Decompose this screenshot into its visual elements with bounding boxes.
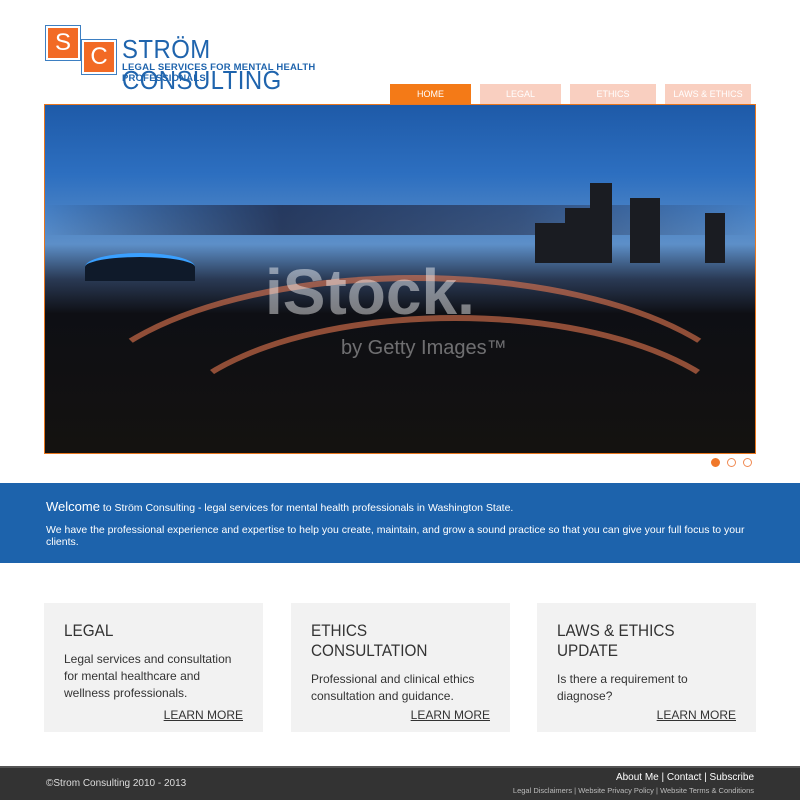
card-title: LAWS & ETHICS UPDATE <box>557 621 675 660</box>
stadium <box>85 253 195 281</box>
card-body: Legal services and consultation for ment… <box>64 652 232 700</box>
card-body: Is there a requirement to diagnose? <box>557 672 688 703</box>
nav-legal[interactable]: LEGAL <box>480 84 561 104</box>
building <box>705 213 725 263</box>
slide-dot-2[interactable] <box>727 458 736 467</box>
building <box>565 208 590 263</box>
logo-c: C <box>81 39 117 75</box>
terms-link[interactable]: Website Terms & Conditions <box>660 786 754 795</box>
watermark: iStock. <box>265 256 475 328</box>
hero-slider[interactable]: iStock. by Getty Images™ <box>44 104 756 454</box>
building <box>590 183 612 263</box>
card-legal: LEGAL Legal services and consultation fo… <box>44 603 263 732</box>
footer-links-primary: About Me | Contact | Subscribe <box>616 772 754 783</box>
main-nav: HOME LEGAL ETHICS CONSULTATION LAWS & ET… <box>390 84 751 119</box>
card-title: LEGAL <box>64 621 114 640</box>
card-body: Professional and clinical ethics consult… <box>311 672 475 703</box>
slider-dots <box>711 458 752 467</box>
learn-more-link[interactable]: LEARN MORE <box>164 708 243 722</box>
logo-s: S <box>45 25 81 61</box>
slide-dot-1[interactable] <box>711 458 720 467</box>
separator: | <box>658 772 667 783</box>
welcome-lead: Welcome <box>46 499 100 514</box>
legal-disclaimers-link[interactable]: Legal Disclaimers <box>513 786 572 795</box>
subscribe-link[interactable]: Subscribe <box>710 772 754 783</box>
nav-home[interactable]: HOME <box>390 84 471 104</box>
learn-more-link[interactable]: LEARN MORE <box>411 708 490 722</box>
building <box>535 223 565 263</box>
welcome-line2: We have the professional experience and … <box>46 524 745 548</box>
footer-links-legal: Legal Disclaimers | Website Privacy Poli… <box>513 786 754 795</box>
brand-tagline: LEGAL SERVICES FOR MENTAL HEALTH PROFESS… <box>122 62 316 84</box>
card-laws-ethics-update: LAWS & ETHICS UPDATE Is there a requirem… <box>537 603 756 732</box>
copyright: ©Strom Consulting 2010 - 2013 <box>46 778 187 789</box>
watermark-sub: by Getty Images™ <box>341 337 507 359</box>
privacy-policy-link[interactable]: Website Privacy Policy <box>578 786 654 795</box>
card-ethics-consultation: ETHICS CONSULTATION Professional and cli… <box>291 603 510 732</box>
nav-laws-ethics-update[interactable]: LAWS & ETHICS UPDATE <box>665 84 751 119</box>
contact-link[interactable]: Contact <box>667 772 701 783</box>
separator: | <box>701 772 710 783</box>
logo[interactable]: S C STRÖM CONSULTING LEGAL SERVICES FOR … <box>44 24 384 95</box>
nav-ethics-consultation[interactable]: ETHICS CONSULTATION <box>570 84 656 119</box>
welcome-line1: to Ström Consulting - legal services for… <box>99 502 514 514</box>
building <box>630 198 660 263</box>
footer: ©Strom Consulting 2010 - 2013 About Me |… <box>0 766 800 800</box>
learn-more-link[interactable]: LEARN MORE <box>657 708 736 722</box>
welcome-banner: Welcome to Ström Consulting - legal serv… <box>0 483 800 563</box>
about-me-link[interactable]: About Me <box>616 772 659 783</box>
slide-dot-3[interactable] <box>743 458 752 467</box>
card-title: ETHICS CONSULTATION <box>311 621 428 660</box>
